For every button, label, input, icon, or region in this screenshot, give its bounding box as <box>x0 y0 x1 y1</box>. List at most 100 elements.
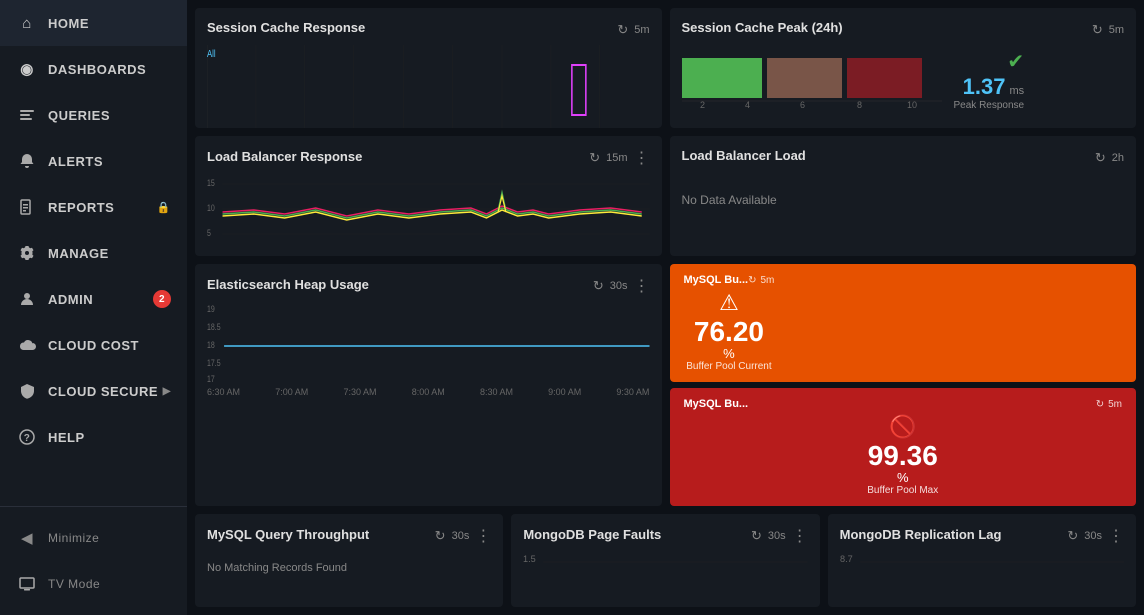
refresh-icon[interactable]: ↻ <box>589 150 600 166</box>
mysql-buffer-max-tile[interactable]: MySQL Bu... ↻ 5m 🚫 99.36 % Buffer Pool M… <box>670 388 1137 506</box>
es-chart: 19 18.5 18 17.5 17 <box>207 302 650 382</box>
tile-label: Buffer Pool Max <box>684 485 1123 496</box>
admin-badge: 2 <box>153 290 171 308</box>
refresh-icon[interactable]: ↻ <box>1092 22 1103 38</box>
peak-value-container: ✔ 1.37 ms Peak Response <box>954 49 1025 111</box>
sidebar-item-admin[interactable]: ADMIN 2 <box>0 276 187 322</box>
sidebar-item-queries[interactable]: QUERIES <box>0 92 187 138</box>
tile-refresh-icon[interactable]: ↻ <box>748 275 756 286</box>
tile-refresh-icon[interactable]: ↻ <box>1096 399 1104 410</box>
panel-header: Load Balancer Load ↻ 2h <box>682 148 1125 167</box>
svg-text:10: 10 <box>207 203 215 213</box>
panel-title: Session Cache Peak (24h) <box>682 20 843 35</box>
sidebar-label-admin: ADMIN <box>48 292 93 307</box>
panel-controls: ↻ 30s ⋮ <box>593 276 650 296</box>
sidebar-label-reports: REPORTS <box>48 200 114 215</box>
load-balancer-load-panel: Load Balancer Load ↻ 2h No Data Availabl… <box>670 136 1137 256</box>
tv-icon <box>16 573 38 595</box>
tile-left: MySQL Bu... ↻ 5m ⚠ 76.20 % Buffer Pool C… <box>684 274 775 372</box>
mysql-tiles-container: MySQL Bu... ↻ 5m ⚠ 76.20 % Buffer Pool C… <box>670 264 1137 506</box>
refresh-interval: 5m <box>634 24 649 36</box>
mongodb-page-faults-panel: MongoDB Page Faults ↻ 30s ⋮ 1.5 <box>511 514 819 607</box>
refresh-icon[interactable]: ↻ <box>1067 528 1078 544</box>
sidebar-item-cloud-cost[interactable]: CLOUD COST <box>0 322 187 368</box>
tile-title: MySQL Bu... <box>684 274 749 286</box>
more-icon[interactable]: ⋮ <box>634 276 650 296</box>
refresh-interval: 5m <box>1109 24 1124 36</box>
panel-title: MySQL Query Throughput <box>207 527 369 542</box>
tile-value: 76.20 <box>684 318 775 346</box>
sidebar-label-alerts: ALERTS <box>48 154 103 169</box>
panel-header: Load Balancer Response ↻ 15m ⋮ <box>207 148 650 168</box>
elasticsearch-heap-panel: Elasticsearch Heap Usage ↻ 30s ⋮ 19 18.5… <box>195 264 662 506</box>
panel-header: Session Cache Response ↻ 5m <box>207 20 650 39</box>
no-matching-records: No Matching Records Found <box>207 552 491 584</box>
session-cache-response-panel: Session Cache Response ↻ 5m <box>195 8 662 128</box>
svg-text:4: 4 <box>745 100 750 108</box>
manage-icon <box>16 242 38 264</box>
tile-refresh: ↻ 5m <box>1096 399 1122 410</box>
svg-text:2: 2 <box>700 100 705 108</box>
panel-title: Elasticsearch Heap Usage <box>207 277 369 292</box>
refresh-interval: 2h <box>1112 152 1124 164</box>
peak-bars-chart: 2 4 6 8 10 <box>682 53 942 108</box>
queries-icon <box>16 104 38 126</box>
svg-text:?: ? <box>24 433 31 444</box>
refresh-icon[interactable]: ↻ <box>751 528 762 544</box>
more-icon[interactable]: ⋮ <box>792 526 808 546</box>
home-icon: ⌂ <box>16 12 38 34</box>
refresh-icon[interactable]: ↻ <box>617 22 628 38</box>
sidebar-item-alerts[interactable]: ALERTS <box>0 138 187 184</box>
svg-text:18: 18 <box>207 340 215 350</box>
sidebar-item-help[interactable]: ? HELP <box>0 414 187 460</box>
refresh-icon[interactable]: ↻ <box>435 528 446 544</box>
panel-header: MySQL Query Throughput ↻ 30s ⋮ <box>207 526 491 546</box>
sidebar-minimize[interactable]: ◀ Minimize <box>0 515 187 561</box>
svg-text:8.7: 8.7 <box>840 554 853 564</box>
cloud-secure-icon <box>16 380 38 402</box>
sidebar-item-manage[interactable]: MANAGE <box>0 230 187 276</box>
svg-text:6: 6 <box>800 100 805 108</box>
mongodb-faults-chart: 1.5 <box>523 552 807 592</box>
svg-text:8: 8 <box>857 100 862 108</box>
panel-controls: ↻ 15m ⋮ <box>589 148 649 168</box>
panel-controls: ↻ 2h <box>1095 150 1124 166</box>
refresh-icon[interactable]: ↻ <box>593 278 604 294</box>
svg-text:19: 19 <box>207 304 215 314</box>
svg-text:10: 10 <box>907 100 917 108</box>
refresh-icon[interactable]: ↻ <box>1095 150 1106 166</box>
no-data-label: No Data Available <box>682 173 1125 227</box>
panel-title: MongoDB Replication Lag <box>840 527 1002 542</box>
panel-title: Load Balancer Response <box>207 149 362 164</box>
sidebar-label-help: HELP <box>48 430 85 445</box>
tile-refresh: ↻ 5m <box>748 275 774 286</box>
svg-text:All: All <box>207 48 216 59</box>
peak-value: 1.37 <box>963 74 1006 100</box>
sidebar: ⌂ HOME ◉ DASHBOARDS QUERIES ALERTS REPOR… <box>0 0 187 615</box>
sidebar-label-tv-mode: TV Mode <box>48 577 100 591</box>
sidebar-item-dashboards[interactable]: ◉ DASHBOARDS <box>0 46 187 92</box>
sidebar-label-manage: MANAGE <box>48 246 109 261</box>
sidebar-item-home[interactable]: ⌂ HOME <box>0 0 187 46</box>
lb-chart-area: 15 10 5 8:00 PM8:00 AM (4. Oct)8:00 <box>207 174 650 256</box>
svg-text:17: 17 <box>207 374 215 382</box>
panel-title: Load Balancer Load <box>682 148 806 163</box>
mysql-buffer-current-tile[interactable]: MySQL Bu... ↻ 5m ⚠ 76.20 % Buffer Pool C… <box>670 264 1137 382</box>
sidebar-bottom: ◀ Minimize TV Mode <box>0 506 187 615</box>
chevron-right-icon: ▶ <box>163 386 171 397</box>
more-icon[interactable]: ⋮ <box>1108 526 1124 546</box>
tile-label: Buffer Pool Current <box>684 361 775 372</box>
mongodb-lag-chart: 8.7 <box>840 552 1124 592</box>
refresh-interval: 30s <box>768 530 786 542</box>
sidebar-item-reports[interactable]: REPORTS 🔒 <box>0 184 187 230</box>
sidebar-tv-mode[interactable]: TV Mode <box>0 561 187 607</box>
peak-metric: 1.37 ms <box>963 74 1025 100</box>
more-icon[interactable]: ⋮ <box>475 526 491 546</box>
more-icon[interactable]: ⋮ <box>634 148 650 168</box>
sidebar-item-cloud-secure[interactable]: CLOUD SECURE ▶ <box>0 368 187 414</box>
tile-left: MySQL Bu... ↻ 5m 🚫 99.36 % Buffer Pool M… <box>684 398 1123 496</box>
svg-text:5: 5 <box>207 228 211 238</box>
session-cache-peak-panel: Session Cache Peak (24h) ↻ 5m 2 4 6 8 10… <box>670 8 1137 128</box>
tile-unit: % <box>684 346 775 361</box>
tile-top-row: MySQL Bu... ↻ 5m <box>684 398 1123 410</box>
